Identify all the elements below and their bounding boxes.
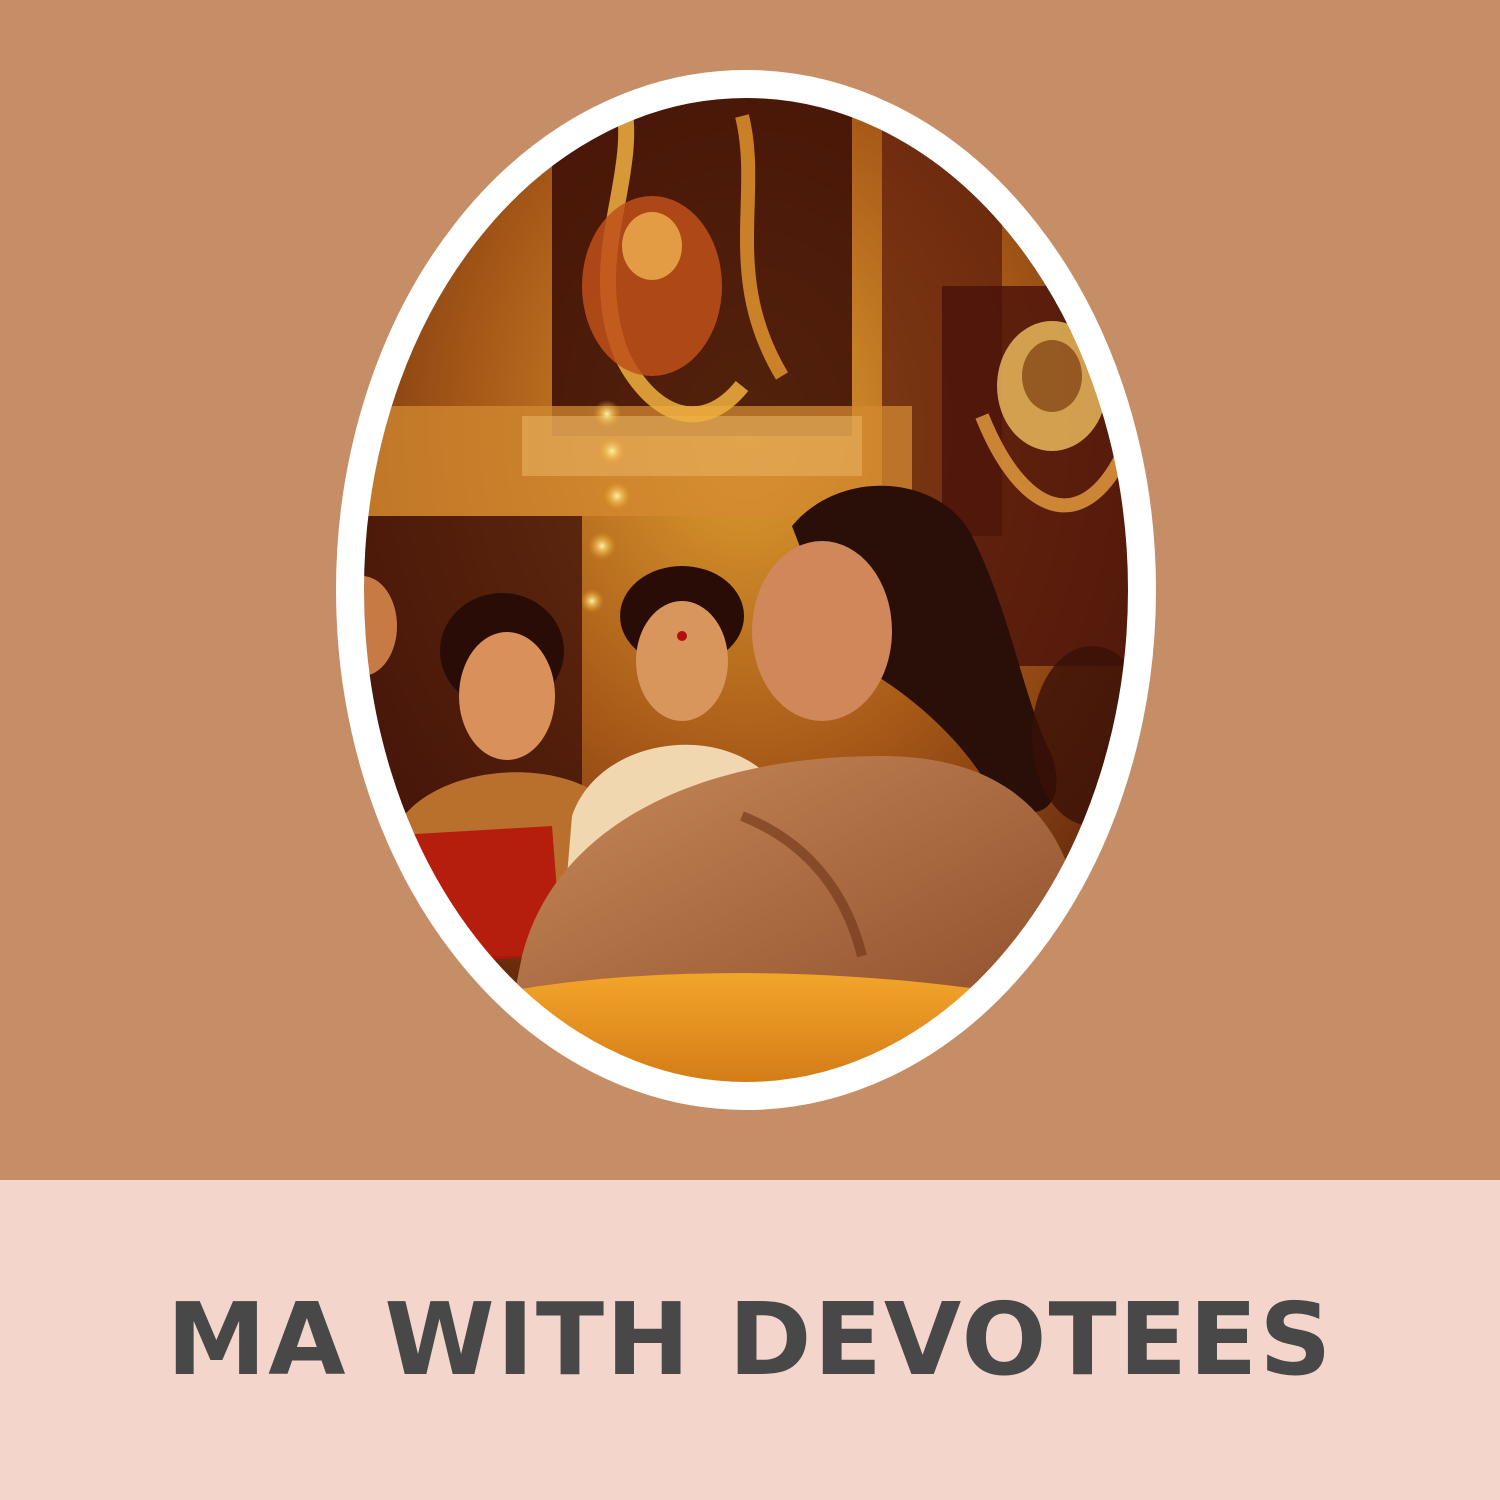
- tile: MA WITH DEVOTEES: [0, 0, 1500, 1500]
- caption-title: MA WITH DEVOTEES: [166, 1281, 1334, 1398]
- photo-illustration: [336, 70, 1156, 1110]
- oval-photo: [322, 56, 1170, 1124]
